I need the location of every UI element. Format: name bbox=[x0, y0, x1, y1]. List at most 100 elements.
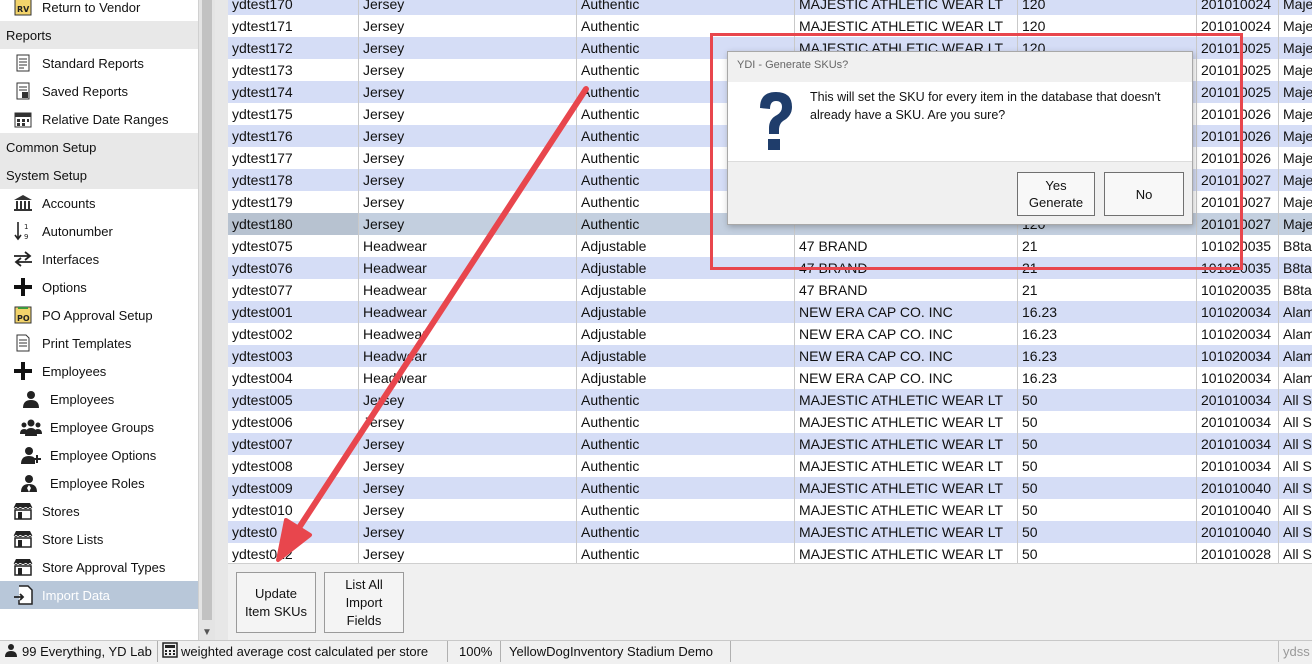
sidebar-item-employees[interactable]: Employees bbox=[0, 385, 198, 413]
cell-vendor[interactable]: MAJESTIC ATHLETIC WEAR LT bbox=[795, 521, 1018, 543]
table-row[interactable]: ydtest010 Jersey Authentic MAJESTIC ATHLETI… bbox=[228, 499, 1312, 521]
cell-cost[interactable]: 50 bbox=[1018, 389, 1197, 411]
table-row[interactable]: ydtest075 Headwear Adjustable 47 BRAND 21 101… bbox=[228, 235, 1312, 257]
cell-vendor[interactable]: 47 BRAND bbox=[795, 257, 1018, 279]
cell-cost[interactable]: 50 bbox=[1018, 477, 1197, 499]
table-row[interactable]: ydtest009 Jersey Authentic MAJESTIC ATHLETI… bbox=[228, 477, 1312, 499]
cell-category[interactable]: Headwear bbox=[359, 235, 577, 257]
cell-item-code[interactable]: ydtest007 bbox=[228, 433, 359, 455]
cell-item-code[interactable]: ydtest178 bbox=[228, 169, 359, 191]
cell-item-code[interactable]: ydtest172 bbox=[228, 37, 359, 59]
cell-category[interactable]: Jersey bbox=[359, 213, 577, 235]
cell-cost[interactable]: 50 bbox=[1018, 433, 1197, 455]
cell-cost[interactable]: 50 bbox=[1018, 411, 1197, 433]
cell-style[interactable]: Adjustable bbox=[577, 235, 795, 257]
cell-sku[interactable]: 201010025 bbox=[1197, 59, 1279, 81]
cell-item-code[interactable]: ydtest012 bbox=[228, 543, 359, 563]
sidebar-item-standard-reports[interactable]: Standard Reports bbox=[0, 49, 198, 77]
cell-category[interactable]: Jersey bbox=[359, 543, 577, 563]
sidebar-item-employee-options[interactable]: Employee Options bbox=[0, 441, 198, 469]
cell-item-code[interactable]: ydtest177 bbox=[228, 147, 359, 169]
cell-item-code[interactable]: ydtest003 bbox=[228, 345, 359, 367]
cell-sku[interactable]: 201010025 bbox=[1197, 81, 1279, 103]
cell-cost[interactable]: 16.23 bbox=[1018, 301, 1197, 323]
cell-style[interactable]: Authentic bbox=[577, 15, 795, 37]
cell-style[interactable]: Authentic bbox=[577, 433, 795, 455]
cell-vendor[interactable]: 47 BRAND bbox=[795, 279, 1018, 301]
cell-category[interactable]: Jersey bbox=[359, 433, 577, 455]
cell-desc[interactable]: Maje bbox=[1279, 191, 1312, 213]
table-row[interactable]: ydtest171 Jersey Authentic MAJESTIC ATHLETI… bbox=[228, 15, 1312, 37]
cell-sku[interactable]: 201010025 bbox=[1197, 37, 1279, 59]
cell-desc[interactable]: Maje bbox=[1279, 59, 1312, 81]
update-item-skus-button[interactable]: Update Item SKUs bbox=[236, 572, 316, 633]
cell-desc[interactable]: B8ta bbox=[1279, 257, 1312, 279]
cell-style[interactable]: Authentic bbox=[577, 499, 795, 521]
cell-category[interactable]: Jersey bbox=[359, 37, 577, 59]
cell-style[interactable]: Authentic bbox=[577, 543, 795, 563]
cell-item-code[interactable]: ydtest001 bbox=[228, 301, 359, 323]
cell-item-code[interactable]: ydtest010 bbox=[228, 499, 359, 521]
sidebar-scrollbar[interactable]: ▼ bbox=[198, 0, 215, 640]
cell-sku[interactable]: 101020034 bbox=[1197, 301, 1279, 323]
cell-cost[interactable]: 50 bbox=[1018, 455, 1197, 477]
cell-style[interactable]: Adjustable bbox=[577, 345, 795, 367]
cell-category[interactable]: Headwear bbox=[359, 345, 577, 367]
table-row[interactable]: ydtest008 Jersey Authentic MAJESTIC ATHLETI… bbox=[228, 455, 1312, 477]
cell-category[interactable]: Jersey bbox=[359, 81, 577, 103]
cell-desc[interactable]: Maje bbox=[1279, 0, 1312, 15]
cell-cost[interactable]: 16.23 bbox=[1018, 323, 1197, 345]
cell-item-code[interactable]: ydtest180 bbox=[228, 213, 359, 235]
table-row[interactable]: ydtest0 Jersey Authentic MAJESTIC ATHLETIC … bbox=[228, 521, 1312, 543]
cell-cost[interactable]: 16.23 bbox=[1018, 367, 1197, 389]
yes-generate-button[interactable]: Yes Generate bbox=[1017, 172, 1095, 216]
cell-sku[interactable]: 201010034 bbox=[1197, 389, 1279, 411]
cell-sku[interactable]: 101020035 bbox=[1197, 257, 1279, 279]
cell-vendor[interactable]: NEW ERA CAP CO. INC bbox=[795, 367, 1018, 389]
cell-vendor[interactable]: MAJESTIC ATHLETIC WEAR LT bbox=[795, 455, 1018, 477]
sidebar-item-options[interactable]: Options bbox=[0, 273, 198, 301]
cell-cost[interactable]: 50 bbox=[1018, 543, 1197, 563]
sidebar-section-system-setup[interactable]: System Setup bbox=[0, 161, 198, 189]
cell-item-code[interactable]: ydtest171 bbox=[228, 15, 359, 37]
cell-category[interactable]: Jersey bbox=[359, 59, 577, 81]
cell-sku[interactable]: 201010040 bbox=[1197, 499, 1279, 521]
cell-category[interactable]: Headwear bbox=[359, 367, 577, 389]
table-row[interactable]: ydtest076 Headwear Adjustable 47 BRAND 21 101… bbox=[228, 257, 1312, 279]
cell-style[interactable]: Authentic bbox=[577, 477, 795, 499]
cell-cost[interactable]: 21 bbox=[1018, 235, 1197, 257]
cell-desc[interactable]: Alam bbox=[1279, 345, 1312, 367]
cell-desc[interactable]: Alam bbox=[1279, 301, 1312, 323]
cell-category[interactable]: Jersey bbox=[359, 455, 577, 477]
cell-vendor[interactable]: MAJESTIC ATHLETIC WEAR LT bbox=[795, 15, 1018, 37]
cell-sku[interactable]: 201010034 bbox=[1197, 455, 1279, 477]
cell-sku[interactable]: 201010024 bbox=[1197, 0, 1279, 15]
cell-item-code[interactable]: ydtest173 bbox=[228, 59, 359, 81]
cell-desc[interactable]: All S bbox=[1279, 455, 1312, 477]
cell-vendor[interactable]: NEW ERA CAP CO. INC bbox=[795, 345, 1018, 367]
cell-item-code[interactable]: ydtest009 bbox=[228, 477, 359, 499]
cell-desc[interactable]: All S bbox=[1279, 389, 1312, 411]
cell-style[interactable]: Authentic bbox=[577, 389, 795, 411]
cell-vendor[interactable]: NEW ERA CAP CO. INC bbox=[795, 301, 1018, 323]
cell-desc[interactable]: All S bbox=[1279, 411, 1312, 433]
cell-sku[interactable]: 101020034 bbox=[1197, 323, 1279, 345]
sidebar-item-employee-groups[interactable]: Employee Groups bbox=[0, 413, 198, 441]
cell-item-code[interactable]: ydtest004 bbox=[228, 367, 359, 389]
cell-sku[interactable]: 201010028 bbox=[1197, 543, 1279, 563]
cell-item-code[interactable]: ydtest006 bbox=[228, 411, 359, 433]
cell-sku[interactable]: 201010027 bbox=[1197, 191, 1279, 213]
cell-desc[interactable]: Alam bbox=[1279, 323, 1312, 345]
cell-item-code[interactable]: ydtest170 bbox=[228, 0, 359, 15]
table-row[interactable]: ydtest012 Jersey Authentic MAJESTIC ATHLETI… bbox=[228, 543, 1312, 563]
cell-vendor[interactable]: 47 BRAND bbox=[795, 235, 1018, 257]
table-row[interactable]: ydtest007 Jersey Authentic MAJESTIC ATHLETI… bbox=[228, 433, 1312, 455]
cell-sku[interactable]: 201010027 bbox=[1197, 169, 1279, 191]
cell-category[interactable]: Headwear bbox=[359, 257, 577, 279]
cell-sku[interactable]: 201010027 bbox=[1197, 213, 1279, 235]
cell-vendor[interactable]: MAJESTIC ATHLETIC WEAR LT bbox=[795, 433, 1018, 455]
cell-category[interactable]: Jersey bbox=[359, 521, 577, 543]
cell-cost[interactable]: 50 bbox=[1018, 499, 1197, 521]
cell-item-code[interactable]: ydtest176 bbox=[228, 125, 359, 147]
table-row[interactable]: ydtest077 Headwear Adjustable 47 BRAND 21 101… bbox=[228, 279, 1312, 301]
